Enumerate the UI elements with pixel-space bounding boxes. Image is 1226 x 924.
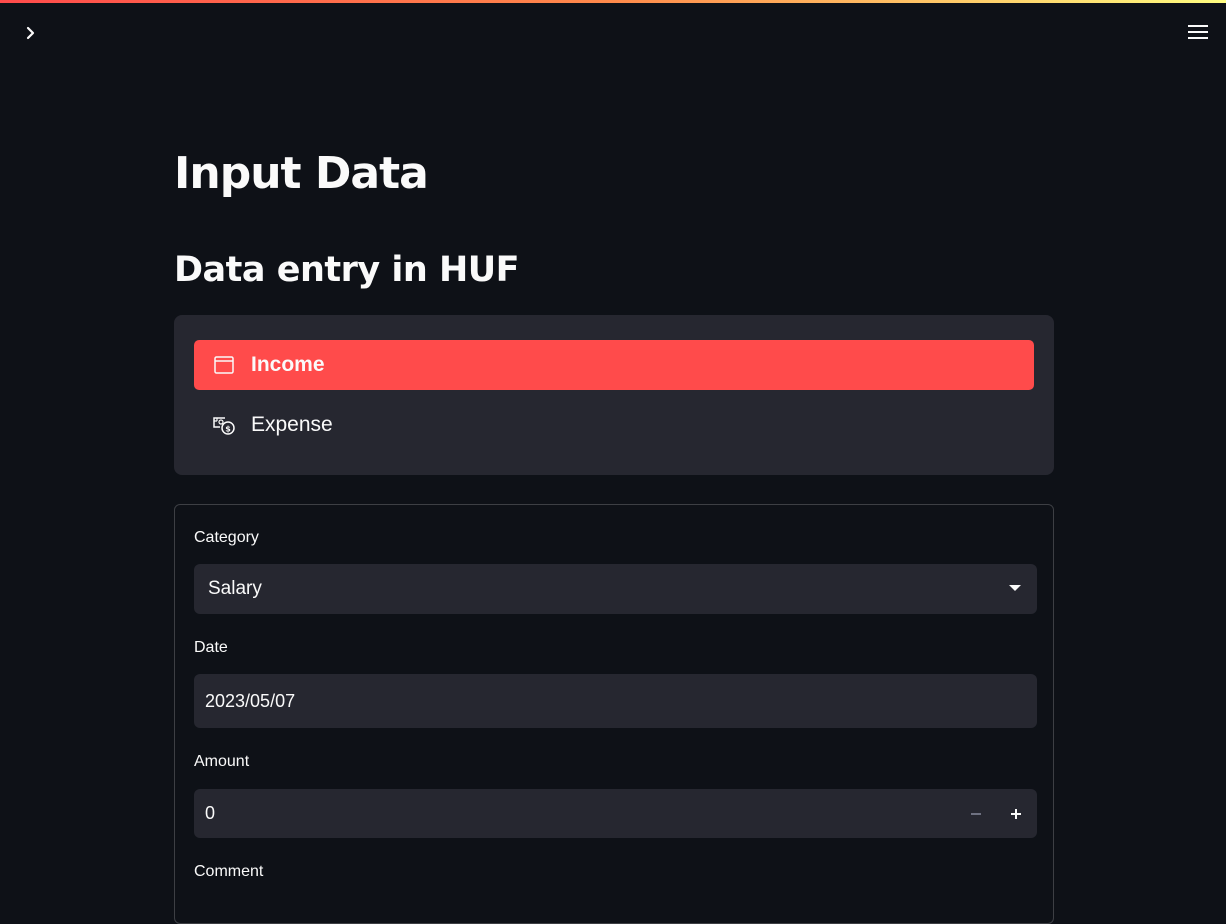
category-select[interactable]: Salary xyxy=(194,564,1037,614)
menu-item-label: Expense xyxy=(251,413,333,436)
amount-value: 0 xyxy=(205,803,216,823)
svg-text:$: $ xyxy=(225,425,231,434)
hamburger-menu-icon xyxy=(1188,25,1208,39)
option-menu: Income $ Expense xyxy=(174,315,1054,475)
category-label: Category xyxy=(194,529,259,546)
amount-number-input[interactable]: 0 xyxy=(194,789,1037,838)
menu-item-label: Income xyxy=(251,353,325,376)
comment-label: Comment xyxy=(194,863,264,880)
plus-icon xyxy=(1011,809,1021,819)
amount-label: Amount xyxy=(194,753,250,770)
data-entry-form: Category Salary Date 2023/05/07 Amount 0 xyxy=(174,504,1054,924)
date-value: 2023/05/07 xyxy=(205,690,296,711)
decrement-button[interactable] xyxy=(961,799,991,829)
minus-icon xyxy=(971,813,981,815)
category-selected-value: Salary xyxy=(208,578,262,599)
top-decoration-bar xyxy=(0,0,1226,3)
cash-coin-icon: $ xyxy=(213,414,235,436)
caret-down-icon xyxy=(1009,585,1021,591)
date-label: Date xyxy=(194,639,228,656)
increment-button[interactable] xyxy=(1001,799,1031,829)
menu-item-income[interactable]: Income xyxy=(194,340,1034,390)
window-icon xyxy=(213,354,235,376)
page-title: Input Data xyxy=(174,148,429,199)
menu-item-expense[interactable]: $ Expense xyxy=(194,400,1034,450)
page-subheader: Data entry in HUF xyxy=(174,250,520,290)
main-menu-button[interactable] xyxy=(1184,18,1212,46)
date-input[interactable]: 2023/05/07 xyxy=(194,674,1037,728)
chevron-right-icon xyxy=(26,26,35,40)
sidebar-toggle-button[interactable] xyxy=(18,20,44,46)
